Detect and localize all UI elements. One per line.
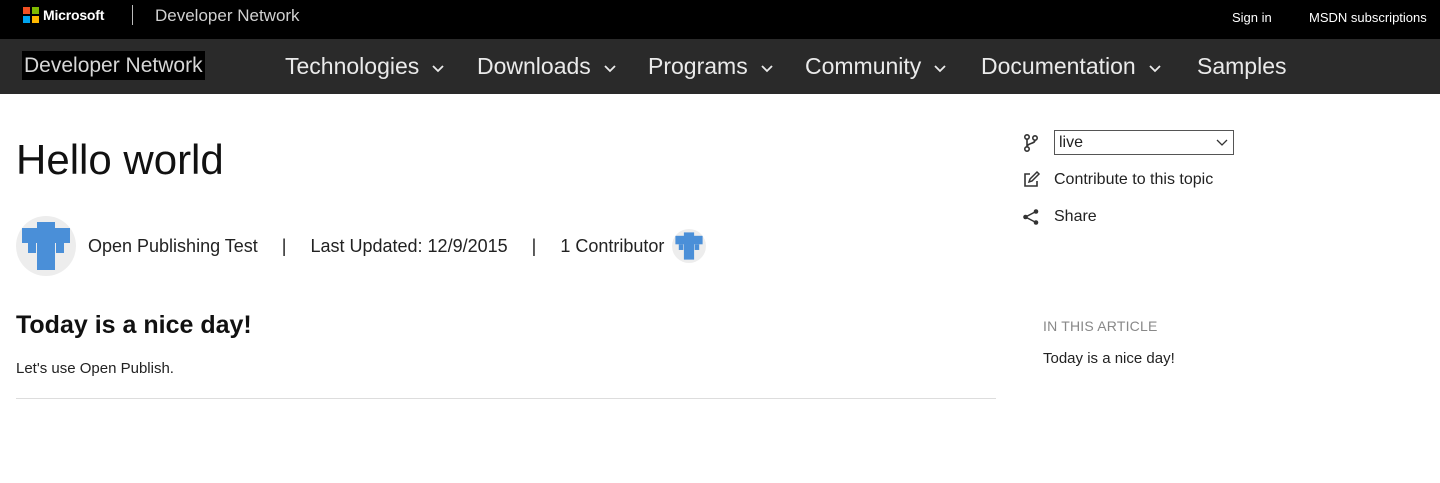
nav-item-technologies[interactable]: Technologies — [285, 49, 445, 83]
branch-row: live — [1020, 130, 1234, 155]
author-name[interactable]: Open Publishing Test — [88, 236, 258, 257]
branch-select-value: live — [1059, 134, 1084, 151]
nav-item-label: Documentation — [981, 53, 1136, 79]
msdn-subscriptions-link[interactable]: MSDN subscriptions — [1309, 10, 1427, 25]
meta-separator: | — [281, 235, 287, 256]
nav-item-label: Technologies — [285, 53, 420, 79]
nav-item-downloads[interactable]: Downloads — [477, 49, 617, 83]
avatar-cross-icon — [675, 232, 703, 260]
nav-item-samples[interactable]: Samples — [1197, 49, 1286, 83]
nav-item-community[interactable]: Community — [805, 49, 947, 83]
chevron-down-icon — [934, 65, 946, 73]
chevron-down-icon — [604, 65, 616, 73]
last-updated: Last Updated: 12/9/2015 — [310, 235, 508, 256]
microsoft-logo-icon — [23, 7, 39, 23]
top-bar: Microsoft Developer Network Sign in MSDN… — [0, 0, 1440, 39]
edit-icon — [1020, 169, 1042, 191]
toc-item[interactable]: Today is a nice day! — [1043, 350, 1175, 367]
microsoft-wordmark: Microsoft — [43, 7, 105, 23]
sign-in-link[interactable]: Sign in — [1232, 10, 1272, 25]
top-divider — [132, 5, 133, 25]
main-nav: Developer Network Technologies Downloads… — [0, 39, 1440, 94]
article-metadata: Open Publishing Test | Last Updated: 12/… — [16, 216, 707, 276]
nav-item-label: Downloads — [477, 53, 591, 79]
meta-separator: | — [531, 235, 537, 256]
section-heading: Today is a nice day! — [16, 311, 252, 339]
author-avatar[interactable] — [16, 216, 76, 276]
nav-item-label: Community — [805, 53, 922, 79]
microsoft-logo[interactable]: Microsoft — [23, 6, 104, 24]
contribute-link[interactable]: Contribute to this topic — [1054, 171, 1213, 189]
nav-item-documentation[interactable]: Documentation — [981, 49, 1162, 83]
nav-item-label: Programs — [648, 53, 748, 79]
chevron-down-icon — [432, 65, 444, 73]
chevron-down-icon — [1216, 139, 1228, 146]
contributors-count: 1 Contributor — [560, 235, 665, 256]
branch-select[interactable]: live — [1054, 130, 1234, 155]
contributor-avatar[interactable] — [672, 229, 707, 263]
chevron-down-icon — [1149, 65, 1161, 73]
nav-item-programs[interactable]: Programs — [648, 49, 774, 83]
contribute-row[interactable]: Contribute to this topic — [1020, 169, 1213, 191]
content-divider — [16, 398, 996, 399]
branch-icon — [1020, 132, 1042, 154]
share-icon — [1020, 206, 1042, 228]
share-link[interactable]: Share — [1054, 208, 1097, 226]
nav-item-label: Samples — [1197, 53, 1287, 79]
share-row[interactable]: Share — [1020, 206, 1097, 228]
site-name[interactable]: Developer Network — [155, 6, 300, 26]
toc-header: IN THIS ARTICLE — [1043, 318, 1158, 334]
nav-brand[interactable]: Developer Network — [22, 51, 205, 80]
avatar-cross-icon — [22, 222, 70, 270]
body-paragraph: Let's use Open Publish. — [16, 360, 174, 377]
page-title: Hello world — [16, 136, 224, 183]
chevron-down-icon — [761, 65, 773, 73]
